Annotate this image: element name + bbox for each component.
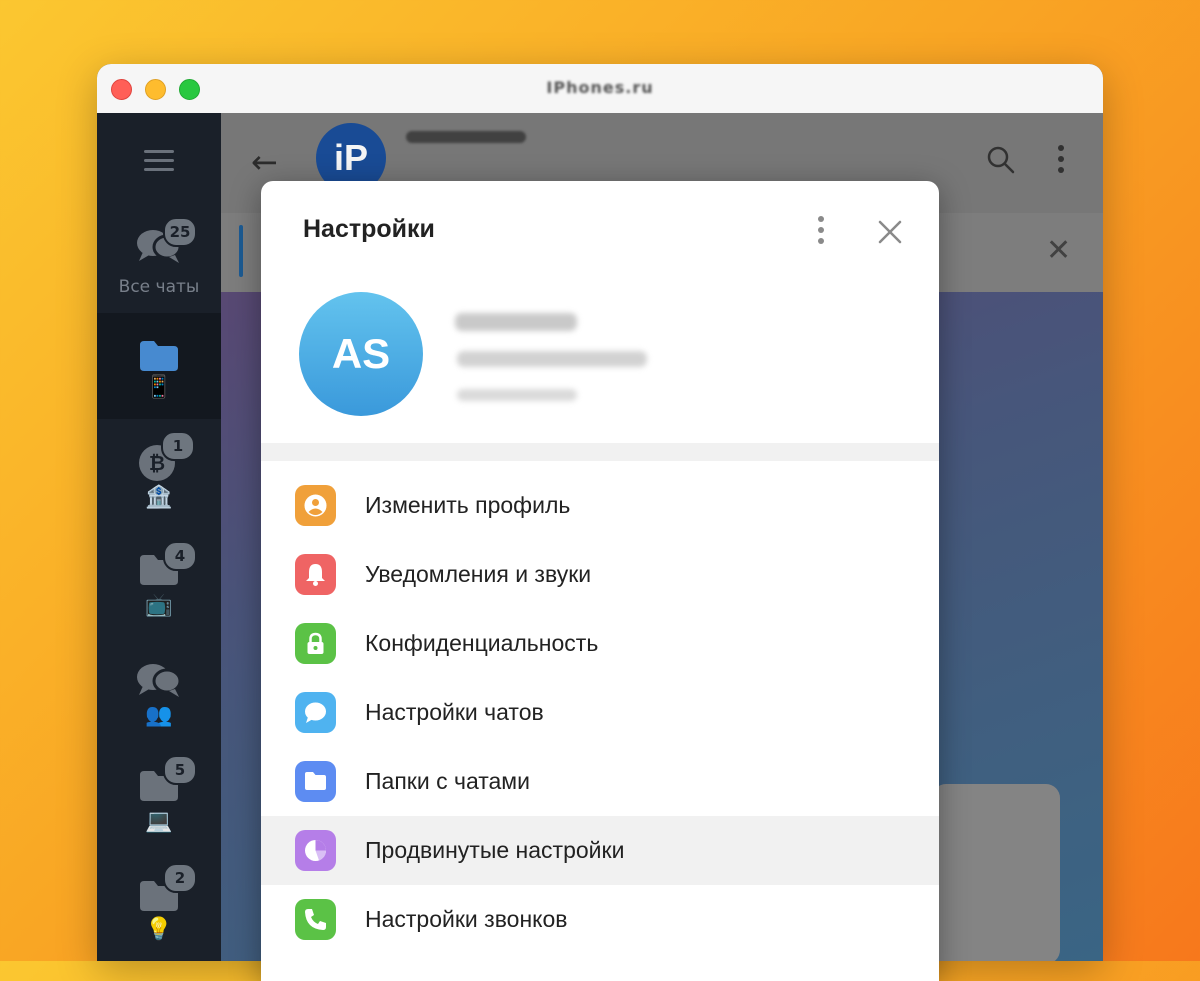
folder-icon (295, 761, 336, 802)
menu-item-notifications[interactable]: Уведомления и звуки (261, 540, 939, 609)
menu-item-label: Настройки звонков (365, 906, 568, 932)
section-separator (261, 443, 939, 461)
settings-title: Настройки (303, 215, 435, 243)
menu-item-chat-folders[interactable]: Папки с чатами (261, 747, 939, 816)
menu-item-privacy[interactable]: Конфиденциальность (261, 609, 939, 678)
menu-item-edit-profile[interactable]: Изменить профиль (261, 471, 939, 540)
chat-bubble-icon (295, 692, 336, 733)
menu-item-label: Папки с чатами (365, 768, 530, 794)
profile-avatar[interactable]: AS (299, 292, 423, 416)
profile-username-blurred (457, 389, 577, 401)
menu-item-label: Конфиденциальность (365, 630, 599, 656)
lock-icon (295, 623, 336, 664)
settings-modal: Настройки AS Изменить профиль Уведомлени… (261, 181, 939, 981)
settings-menu: Изменить профиль Уведомления и звуки Кон… (261, 471, 939, 954)
phone-icon (295, 899, 336, 940)
menu-item-calls[interactable]: Настройки звонков (261, 885, 939, 954)
pie-chart-icon (295, 830, 336, 871)
menu-item-label: Настройки чатов (365, 699, 544, 725)
more-vertical-icon[interactable] (809, 213, 833, 247)
menu-item-chat-settings[interactable]: Настройки чатов (261, 678, 939, 747)
window-title: IPhones.ru (546, 78, 654, 97)
menu-item-advanced[interactable]: Продвинутые настройки (261, 816, 939, 885)
profile-name-blurred (455, 313, 577, 331)
menu-item-label: Изменить профиль (365, 492, 571, 518)
close-icon[interactable] (873, 215, 907, 249)
menu-item-label: Продвинутые настройки (365, 837, 625, 863)
profile-icon (295, 485, 336, 526)
profile-phone-blurred (457, 351, 647, 367)
title-bar: IPhones.ru (97, 64, 1103, 114)
bell-icon (295, 554, 336, 595)
menu-item-label: Уведомления и звуки (365, 561, 592, 587)
